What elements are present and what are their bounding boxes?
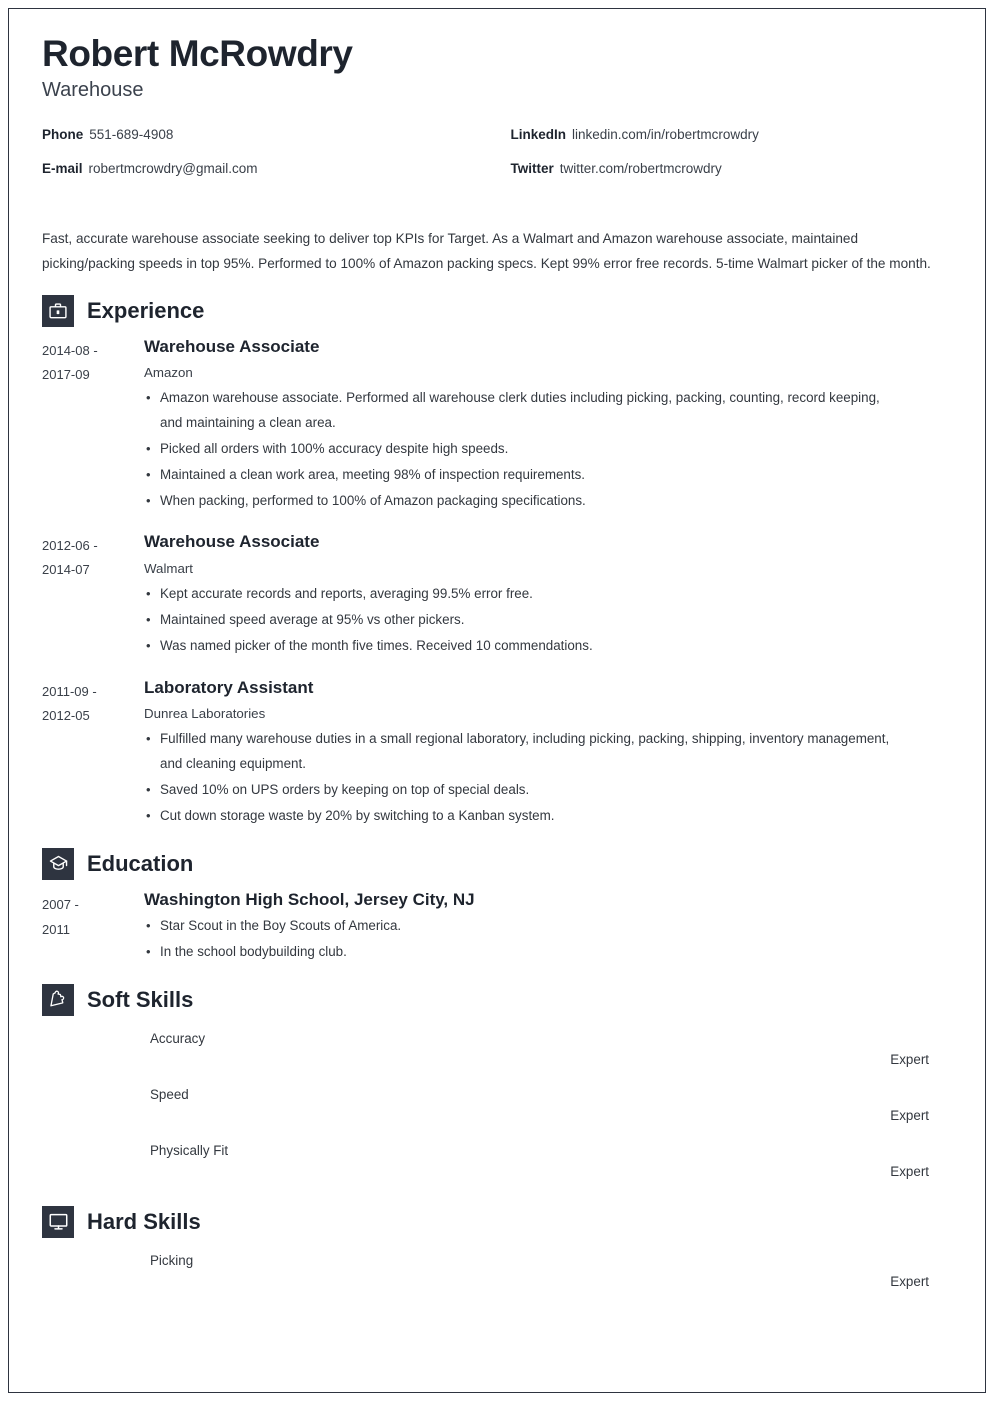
section-title-hard-skills: Hard Skills xyxy=(87,1208,201,1234)
skill-name: Picking xyxy=(150,1252,194,1268)
skill-level: Expert xyxy=(890,1273,929,1289)
contact-column-right: LinkedIn linkedin.com/in/robertmcrowdry T… xyxy=(500,126,958,196)
contact-column-left: Phone 551-689-4908 E-mail robertmcrowdry@g… xyxy=(42,126,500,196)
entry-title: Warehouse Associate xyxy=(144,336,320,356)
list-item: Fulfilled many warehouse duties in a sma… xyxy=(144,727,957,777)
skill-row: Picking Expert xyxy=(150,1248,929,1304)
section-experience: Experience 2014-08 - 2017-09 Warehouse A… xyxy=(42,294,957,830)
list-item: Saved 10% on UPS orders by keeping on to… xyxy=(144,778,957,803)
list-item: Cut down storage waste by 20% by switchi… xyxy=(144,804,957,829)
skill-bar xyxy=(683,1089,929,1098)
entry-date-start: 2007 - xyxy=(42,896,79,912)
entry-org: Amazon xyxy=(144,365,193,381)
entry-bullets: Kept accurate records and reports, avera… xyxy=(144,582,957,658)
skill-name: Accuracy xyxy=(150,1030,206,1046)
section-header-hard-skills: Hard Skills xyxy=(42,1205,957,1238)
list-item: Kept accurate records and reports, avera… xyxy=(144,582,957,607)
experience-entry: 2012-06 - 2014-07 Warehouse Associate Wa… xyxy=(42,532,957,659)
skill-row: Accuracy Expert xyxy=(150,1026,929,1082)
list-item: Maintained speed average at 95% vs other… xyxy=(144,608,957,633)
contact-linkedin-value[interactable]: linkedin.com/in/robertmcrowdry xyxy=(572,127,759,142)
contact-twitter-value[interactable]: twitter.com/robertmcrowdry xyxy=(560,161,722,176)
section-soft-skills: Soft Skills Accuracy Expert Speed Expert… xyxy=(42,983,957,1194)
entry-bullets: Amazon warehouse associate. Performed al… xyxy=(144,386,957,513)
list-item: Was named picker of the month five times… xyxy=(144,634,957,659)
entry-date-start: 2011-09 - xyxy=(42,683,97,699)
section-header-experience: Experience xyxy=(42,294,957,327)
puzzle-piece-icon xyxy=(42,983,74,1016)
contact-twitter: Twitter twitter.com/robertmcrowdry xyxy=(510,160,958,177)
section-hard-skills: Hard Skills Picking Expert xyxy=(42,1205,957,1304)
skill-bar xyxy=(683,1033,929,1042)
skill-bar xyxy=(683,1255,929,1264)
section-education: Education 2007 - 2011 Washington High Sc… xyxy=(42,847,957,966)
candidate-job-title: Warehouse xyxy=(42,78,144,101)
section-title-experience: Experience xyxy=(87,297,205,323)
hard-skills-list: Picking Expert xyxy=(42,1248,957,1304)
entry-org: Dunrea Laboratories xyxy=(144,706,266,722)
skill-row: Speed Expert xyxy=(150,1082,929,1138)
entry-date-end: 2011 xyxy=(42,922,70,938)
contact-info: Phone 551-689-4908 E-mail robertmcrowdry@g… xyxy=(42,126,958,196)
experience-entry: 2011-09 - 2012-05 Laboratory Assistant D… xyxy=(42,678,957,830)
entry-dates: 2012-06 - 2014-07 xyxy=(42,532,144,659)
professional-summary: Fast, accurate warehouse associate seeki… xyxy=(42,230,931,272)
contact-phone-value: 551-689-4908 xyxy=(89,126,174,142)
skill-row: Physically Fit Expert xyxy=(150,1138,929,1194)
candidate-name: Robert McRowdry xyxy=(42,33,353,74)
entry-title: Washington High School, Jersey City, NJ xyxy=(144,889,475,909)
skill-name: Speed xyxy=(150,1086,189,1102)
entry-title: Warehouse Associate xyxy=(144,532,320,552)
skill-level: Expert xyxy=(890,1107,929,1123)
entry-date-end: 2012-05 xyxy=(42,707,90,723)
contact-email: E-mail robertmcrowdry@gmail.com xyxy=(42,160,500,177)
contact-linkedin-label: LinkedIn xyxy=(510,126,567,142)
section-header-soft-skills: Soft Skills xyxy=(42,983,957,1016)
entry-dates: 2014-08 - 2017-09 xyxy=(42,337,144,515)
entry-date-end: 2017-09 xyxy=(42,366,90,382)
entry-dates: 2011-09 - 2012-05 xyxy=(42,678,144,830)
section-title-education: Education xyxy=(87,850,194,876)
list-item: Amazon warehouse associate. Performed al… xyxy=(144,386,957,436)
section-title-soft-skills: Soft Skills xyxy=(87,986,194,1012)
contact-phone: Phone 551-689-4908 xyxy=(42,126,500,143)
entry-dates: 2007 - 2011 xyxy=(42,890,144,966)
graduation-cap-icon xyxy=(42,847,74,880)
list-item: Picked all orders with 100% accuracy des… xyxy=(144,437,957,462)
entry-bullets: Fulfilled many warehouse duties in a sma… xyxy=(144,727,957,828)
entry-date-start: 2012-06 - xyxy=(42,538,98,554)
contact-phone-label: Phone xyxy=(42,126,84,142)
experience-entry: 2014-08 - 2017-09 Warehouse Associate Am… xyxy=(42,337,957,515)
resume-header: Robert McRowdry Warehouse Phone 551-689-4… xyxy=(42,33,958,196)
entry-date-end: 2014-07 xyxy=(42,562,90,578)
list-item: When packing, performed to 100% of Amazo… xyxy=(144,489,957,514)
skill-name: Physically Fit xyxy=(150,1142,229,1158)
contact-email-label: E-mail xyxy=(42,160,83,176)
soft-skills-list: Accuracy Expert Speed Expert Physically … xyxy=(42,1026,957,1194)
list-item: In the school bodybuilding club. xyxy=(144,940,957,965)
entry-title: Laboratory Assistant xyxy=(144,677,314,697)
section-header-education: Education xyxy=(42,847,957,880)
list-item: Maintained a clean work area, meeting 98… xyxy=(144,463,957,488)
resume-page: Robert McRowdry Warehouse Phone 551-689-4… xyxy=(8,8,986,1393)
contact-linkedin: LinkedIn linkedin.com/in/robertmcrowdry xyxy=(510,126,958,143)
contact-twitter-label: Twitter xyxy=(510,160,554,176)
entry-org: Walmart xyxy=(144,560,193,576)
education-entry: 2007 - 2011 Washington High School, Jers… xyxy=(42,890,957,966)
skill-level: Expert xyxy=(890,1163,929,1179)
briefcase-icon xyxy=(42,294,74,327)
skill-level: Expert xyxy=(890,1051,929,1067)
contact-email-value: robertmcrowdry@gmail.com xyxy=(88,160,258,176)
entry-date-start: 2014-08 - xyxy=(42,342,98,358)
monitor-icon xyxy=(42,1205,74,1238)
skill-bar xyxy=(683,1145,929,1154)
list-item: Star Scout in the Boy Scouts of America. xyxy=(144,914,957,939)
entry-bullets: Star Scout in the Boy Scouts of America.… xyxy=(144,914,957,965)
